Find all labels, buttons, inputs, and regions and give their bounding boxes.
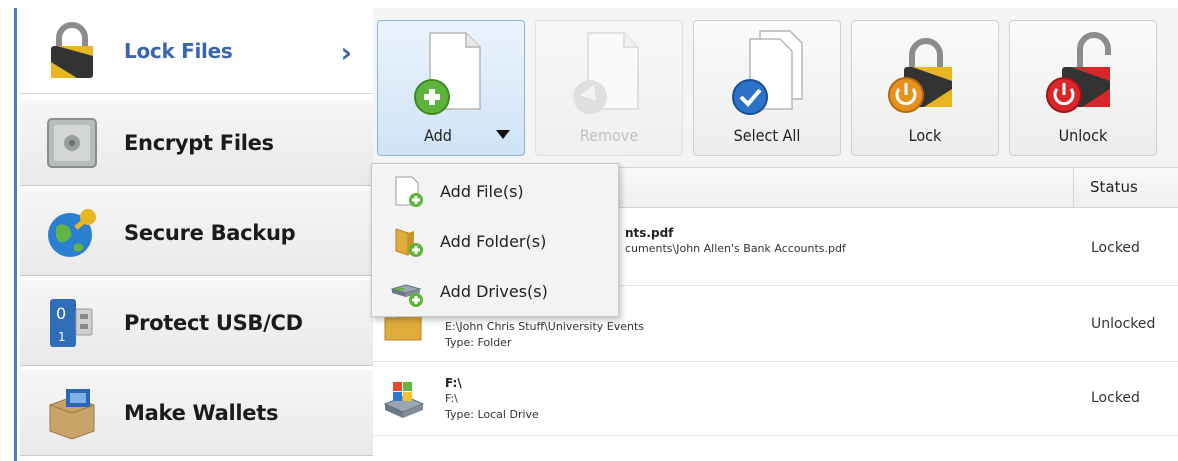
sidebar-item-lock-files[interactable]: Lock Files ›	[20, 8, 376, 94]
sidebar-item-label: Secure Backup	[124, 220, 296, 245]
add-dropdown-menu: Add File(s) Add Folder(s) Add Drives(s)	[371, 163, 619, 317]
sidebar-item-label: Lock Files	[124, 38, 233, 63]
add-file-icon	[395, 176, 423, 207]
sidebar-item-secure-backup[interactable]: Secure Backup	[20, 190, 376, 276]
menu-item-label: Add File(s)	[440, 181, 524, 201]
menu-item-add-files[interactable]: Add File(s)	[372, 166, 618, 216]
row-path: E:\John Chris Stuff\University Events	[445, 320, 645, 333]
sidebar-item-label: Encrypt Files	[124, 130, 274, 155]
row-type: Type: Local Drive	[445, 408, 539, 421]
row-name: F:\	[445, 376, 462, 390]
padlock-icon	[38, 20, 106, 82]
safe-icon	[38, 112, 106, 174]
row-name: nts.pdf	[625, 226, 674, 240]
globe-key-icon	[38, 202, 106, 264]
chevron-down-icon[interactable]	[496, 130, 510, 139]
row-type: Type: Folder	[445, 336, 512, 349]
add-drive-icon	[390, 284, 423, 307]
row-status: Locked	[1091, 390, 1140, 406]
chevron-right-icon: ›	[340, 36, 352, 69]
unlock-icon	[1046, 32, 1111, 113]
remove-button[interactable]: Remove	[535, 20, 683, 156]
remove-file-icon	[573, 32, 639, 114]
svg-text:0: 0	[56, 304, 66, 323]
row-path: cuments\John Allen's Bank Accounts.pdf	[625, 242, 846, 255]
sidebar-item-label: Protect USB/CD	[124, 310, 303, 335]
lock-button-label: Lock	[908, 126, 942, 145]
table-row[interactable]: F:\ F:\ Type: Local Drive Locked	[373, 364, 1178, 436]
row-status: Unlocked	[1091, 316, 1156, 332]
toolbar: Add Remove Select All Lock Unlock	[373, 8, 1178, 168]
unlock-button[interactable]: Unlock	[1009, 20, 1157, 156]
wallet-box-icon	[38, 382, 106, 444]
select-all-button[interactable]: Select All	[693, 20, 841, 156]
menu-item-add-drives[interactable]: Add Drives(s)	[372, 266, 618, 316]
sidebar-item-protect-usb[interactable]: 0 1 Protect USB/CD	[20, 280, 376, 366]
lock-icon	[888, 38, 952, 113]
svg-text:1: 1	[58, 330, 66, 344]
add-button[interactable]: Add	[377, 20, 525, 156]
remove-button-label: Remove	[579, 126, 639, 145]
menu-item-add-folders[interactable]: Add Folder(s)	[372, 216, 618, 266]
add-file-icon	[414, 32, 481, 115]
sidebar: Lock Files › Encrypt Files Secure Backup…	[20, 8, 376, 461]
column-header-status[interactable]: Status	[1073, 168, 1178, 208]
sidebar-item-label: Make Wallets	[124, 400, 279, 425]
sidebar-item-make-wallets[interactable]: Make Wallets	[20, 370, 376, 456]
usb-drive-icon: 0 1	[38, 292, 106, 354]
lock-button[interactable]: Lock	[851, 20, 999, 156]
menu-item-label: Add Folder(s)	[440, 231, 547, 251]
add-folder-icon	[395, 228, 423, 257]
select-all-button-label: Select All	[733, 126, 801, 145]
row-path: F:\	[445, 392, 458, 405]
local-drive-icon	[383, 382, 425, 418]
row-status: Locked	[1091, 240, 1140, 256]
sidebar-item-encrypt-files[interactable]: Encrypt Files	[20, 100, 376, 186]
select-all-icon	[732, 30, 803, 115]
unlock-button-label: Unlock	[1058, 126, 1108, 145]
menu-item-label: Add Drives(s)	[440, 281, 548, 301]
